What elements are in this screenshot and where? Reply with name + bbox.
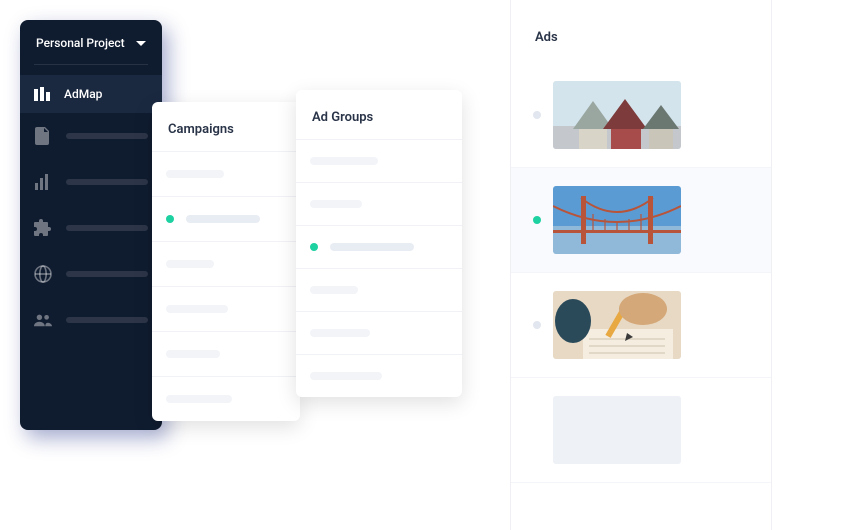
nav-integrations[interactable] xyxy=(20,205,162,251)
adgroup-row[interactable] xyxy=(296,139,462,182)
row-placeholder xyxy=(310,329,370,337)
divider xyxy=(34,64,148,65)
nav-admap[interactable]: AdMap xyxy=(20,75,162,113)
nav-team[interactable] xyxy=(20,297,162,343)
globe-icon xyxy=(34,265,52,283)
status-dot xyxy=(310,243,318,251)
ad-thumbnail xyxy=(553,291,681,359)
adgroup-row[interactable] xyxy=(296,182,462,225)
nav-placeholder xyxy=(66,225,148,231)
ad-thumbnail xyxy=(553,396,681,464)
adgroup-row[interactable] xyxy=(296,311,462,354)
document-icon xyxy=(34,127,52,145)
ads-title: Ads xyxy=(511,0,771,63)
campaign-row[interactable] xyxy=(152,241,300,286)
status-dot xyxy=(533,111,541,119)
row-placeholder xyxy=(310,200,362,208)
project-label: Personal Project xyxy=(36,36,125,50)
campaigns-panel: Campaigns xyxy=(152,102,300,421)
campaign-row[interactable] xyxy=(152,286,300,331)
sidebar: Personal Project AdMap xyxy=(20,20,162,430)
ad-row[interactable] xyxy=(511,168,771,273)
row-placeholder xyxy=(310,372,382,380)
ad-row[interactable] xyxy=(511,378,771,483)
people-icon xyxy=(34,311,52,329)
puzzle-icon xyxy=(34,219,52,237)
nav-placeholder xyxy=(66,179,148,185)
admap-icon xyxy=(34,85,52,103)
nav-documents[interactable] xyxy=(20,113,162,159)
nav-placeholder xyxy=(66,271,148,277)
ads-panel: Ads xyxy=(510,0,772,530)
status-dot xyxy=(533,321,541,329)
adgroup-row[interactable] xyxy=(296,268,462,311)
row-placeholder xyxy=(166,305,228,313)
adgroup-row[interactable] xyxy=(296,225,462,268)
row-placeholder xyxy=(166,170,224,178)
campaign-row[interactable] xyxy=(152,151,300,196)
campaign-row[interactable] xyxy=(152,331,300,376)
adgroups-title: Ad Groups xyxy=(296,90,462,139)
nav-label: AdMap xyxy=(64,87,102,101)
row-placeholder xyxy=(186,215,260,223)
row-placeholder xyxy=(166,395,232,403)
row-placeholder xyxy=(310,157,378,165)
status-dot xyxy=(166,215,174,223)
nav-placeholder xyxy=(66,133,148,139)
ad-thumbnail xyxy=(553,186,681,254)
campaign-row[interactable] xyxy=(152,196,300,241)
nav-placeholder xyxy=(66,317,148,323)
adgroups-panel: Ad Groups xyxy=(296,90,462,397)
nav-analytics[interactable] xyxy=(20,159,162,205)
row-placeholder xyxy=(166,350,220,358)
ad-row[interactable] xyxy=(511,63,771,168)
chart-icon xyxy=(34,173,52,191)
ad-thumbnail xyxy=(553,81,681,149)
row-placeholder xyxy=(310,286,358,294)
row-placeholder xyxy=(166,260,214,268)
chevron-down-icon xyxy=(136,41,146,46)
status-dot xyxy=(533,216,541,224)
nav-web[interactable] xyxy=(20,251,162,297)
campaign-row[interactable] xyxy=(152,376,300,421)
ad-row[interactable] xyxy=(511,273,771,378)
campaigns-title: Campaigns xyxy=(152,102,300,151)
adgroup-row[interactable] xyxy=(296,354,462,397)
project-selector[interactable]: Personal Project xyxy=(20,20,162,60)
row-placeholder xyxy=(330,243,414,251)
